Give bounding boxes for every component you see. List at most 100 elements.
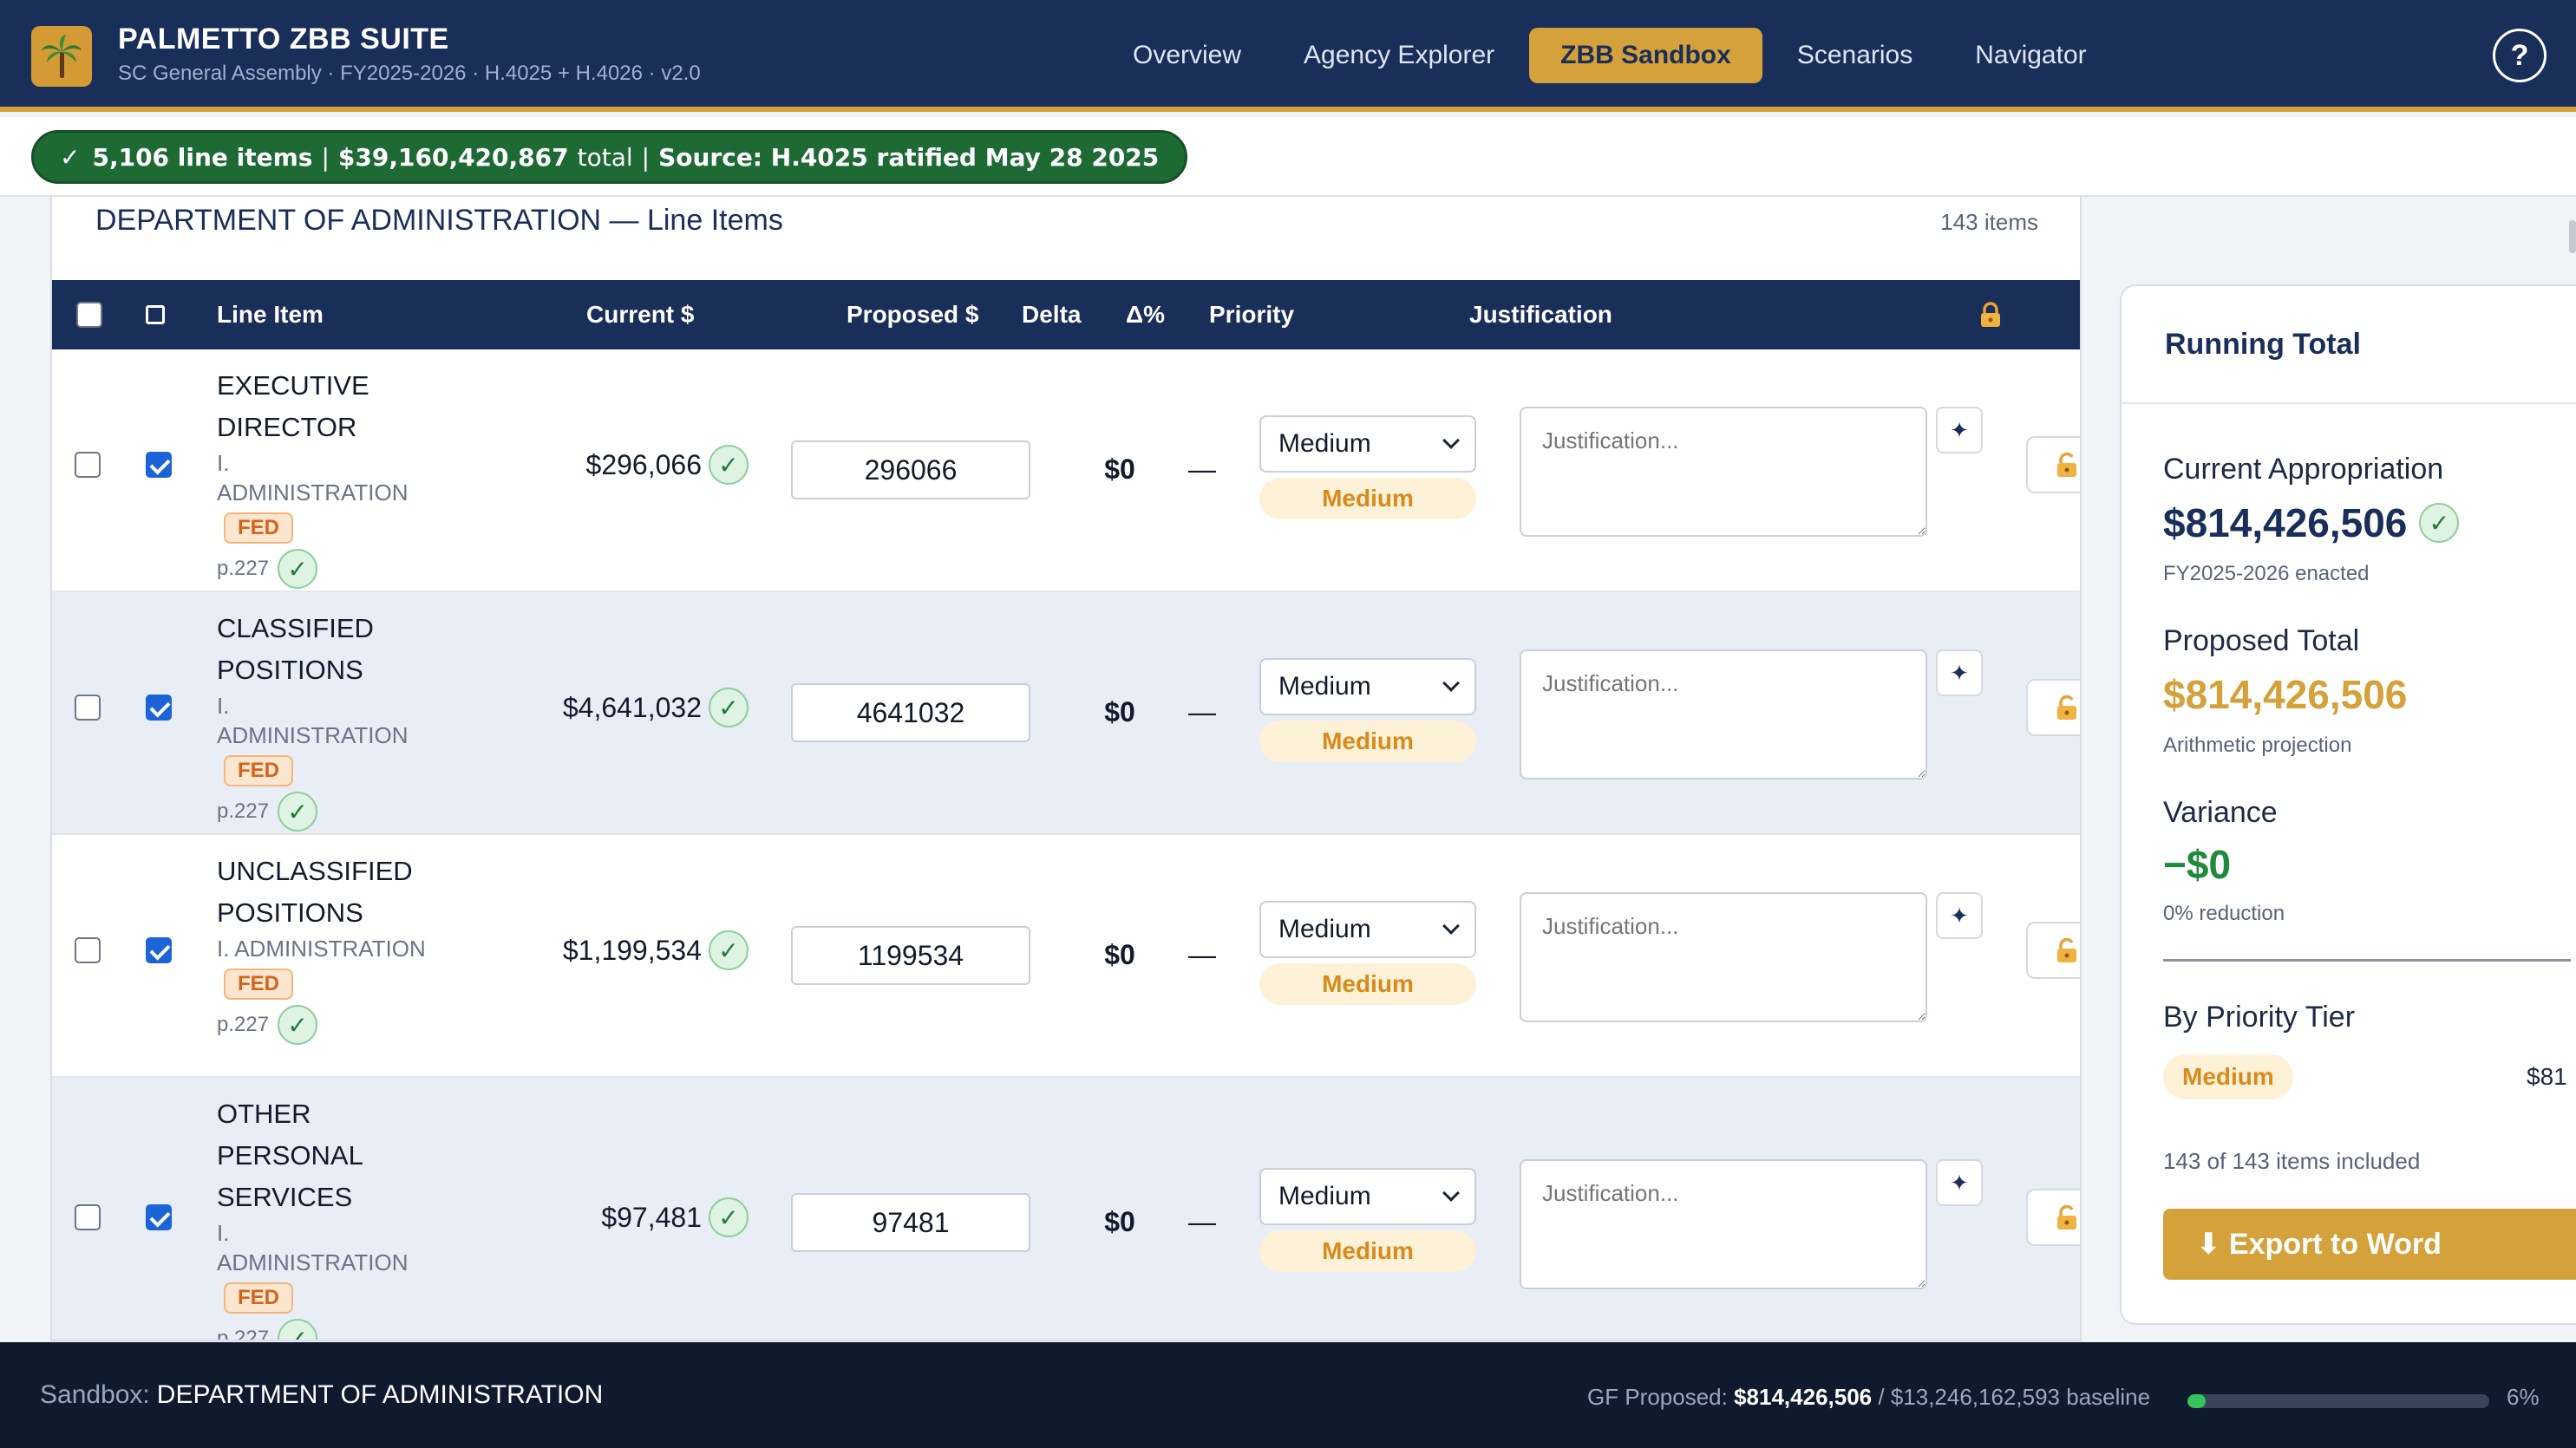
current-amount: $1,199,534 ✓ — [553, 930, 749, 970]
line-item-name: POSITIONS — [217, 655, 363, 685]
line-item-department: I. ADMINISTRATION — [217, 936, 426, 962]
included-count: 143 of 143 items included — [2163, 1148, 2421, 1174]
row-select-checkbox[interactable] — [75, 1204, 101, 1230]
priority-select[interactable]: Medium — [1259, 1168, 1476, 1225]
priority-tier-label: By Priority Tier — [2163, 1001, 2356, 1034]
proposed-amount-input[interactable] — [791, 683, 1030, 742]
row-include-checkbox[interactable] — [146, 695, 172, 721]
gf-proposed-summary: GF Proposed: $814,426,506 / $13,246,162,… — [1587, 1384, 2150, 1411]
palmetto-tree-icon — [31, 26, 92, 87]
proposed-amount-input[interactable] — [791, 440, 1030, 499]
row-select-checkbox[interactable] — [75, 452, 101, 478]
delta-percent: — — [1188, 696, 1216, 727]
justification-textarea[interactable] — [1520, 892, 1927, 1022]
status-separator: | — [321, 142, 330, 172]
scrollbar-thumb[interactable] — [2569, 220, 2576, 253]
current-appropriation-amount: $814,426,506 — [2163, 500, 2408, 545]
nav-zbb-sandbox[interactable]: ZBB Sandbox — [1529, 28, 1762, 83]
page-ref-text: p.227 — [217, 1013, 270, 1036]
priority-select-value: Medium — [1278, 915, 1371, 943]
priority-select[interactable]: Medium — [1259, 415, 1476, 473]
fund-badge: FED — [224, 1282, 293, 1314]
current-amount-text: $1,199,534 — [562, 934, 702, 966]
justification-textarea[interactable] — [1520, 1159, 1927, 1289]
sandbox-value: DEPARTMENT OF ADMINISTRATION — [156, 1380, 604, 1409]
data-status-badge: ✓ 5,106 line items | $39,160,420,867 tot… — [31, 130, 1188, 184]
check-icon: ✓ — [60, 142, 81, 172]
ai-justify-button[interactable]: ✦ — [1936, 892, 1983, 939]
proposed-total-value: $814,426,506 — [2163, 672, 2408, 717]
ai-justify-button[interactable]: ✦ — [1936, 1159, 1983, 1206]
app-subtitle: SC General Assembly · FY2025-2026 · H.40… — [118, 62, 701, 85]
current-appropriation-label: Current Appropriation — [2163, 453, 2444, 486]
col-line-item[interactable]: Line Item — [217, 280, 324, 349]
nav-overview[interactable]: Overview — [1102, 28, 1272, 83]
proposed-amount-input[interactable] — [791, 926, 1030, 985]
page-ref-text: p.227 — [217, 1327, 270, 1341]
current-appropriation-value: $814,426,506 ✓ — [2163, 499, 2460, 546]
current-amount-text: $296,066 — [585, 448, 702, 480]
page-reference: p.227 ✓ — [217, 1005, 442, 1045]
delta-value: $0 — [1104, 1206, 1135, 1237]
proposed-amount-input[interactable] — [791, 1193, 1030, 1252]
current-appropriation-note: FY2025-2026 enacted — [2163, 562, 2370, 585]
justification-textarea[interactable] — [1520, 407, 1927, 537]
sparkle-icon: ✦ — [1950, 1169, 1969, 1196]
current-amount: $296,066 ✓ — [553, 445, 749, 485]
col-proposed[interactable]: Proposed $ — [847, 280, 978, 349]
row-lock-button[interactable] — [2026, 679, 2080, 736]
sparkle-icon: ✦ — [1950, 902, 1969, 929]
row-lock-button[interactable] — [2026, 922, 2080, 979]
col-justification[interactable]: Justification — [1469, 280, 1612, 349]
check-circle-icon: ✓ — [709, 930, 749, 970]
sandbox-indicator: Sandbox: DEPARTMENT OF ADMINISTRATION — [40, 1380, 603, 1410]
help-button[interactable]: ? — [2493, 29, 2547, 82]
variance-note: 0% reduction — [2163, 902, 2285, 925]
col-delta-pct[interactable]: Δ% — [1126, 280, 1165, 349]
col-delta[interactable]: Delta — [1022, 280, 1081, 349]
ai-justify-button[interactable]: ✦ — [1936, 649, 1983, 696]
priority-select[interactable]: Medium — [1259, 901, 1476, 958]
col-priority[interactable]: Priority — [1209, 280, 1294, 349]
line-item-name: POSITIONS — [217, 897, 363, 928]
include-all-toggle[interactable] — [146, 305, 165, 324]
table-row: OTHER PERSONAL SERVICES I. ADMINISTRATIO… — [52, 1078, 2080, 1341]
check-circle-icon: ✓ — [2419, 503, 2460, 543]
check-circle-icon: ✓ — [278, 1319, 318, 1340]
nav-agency-explorer[interactable]: Agency Explorer — [1272, 28, 1526, 83]
row-include-checkbox[interactable] — [146, 452, 172, 478]
select-all-checkbox[interactable] — [76, 302, 102, 328]
line-item-name: PERSONAL — [217, 1140, 363, 1171]
row-include-checkbox[interactable] — [146, 1204, 172, 1230]
proposed-total-note: Arithmetic projection — [2163, 734, 2352, 757]
row-include-checkbox[interactable] — [146, 937, 172, 963]
status-source: Source: H.4025 ratified May 28 2025 — [658, 142, 1160, 172]
line-item-name: CLASSIFIED — [217, 613, 374, 643]
line-item-department: I. ADMINISTRATION — [217, 1220, 409, 1275]
line-item-name: UNCLASSIFIED — [217, 856, 413, 886]
line-item-department: I. ADMINISTRATION — [217, 693, 409, 748]
line-item-department: I. ADMINISTRATION — [217, 450, 409, 505]
sandbox-footer: Sandbox: DEPARTMENT OF ADMINISTRATION GF … — [0, 1342, 2576, 1448]
delta-value: $0 — [1104, 939, 1135, 970]
col-current[interactable]: Current $ — [586, 280, 694, 349]
delta-percent: — — [1188, 939, 1216, 970]
delta-percent: — — [1188, 453, 1216, 485]
row-lock-button[interactable] — [2026, 1189, 2080, 1246]
export-to-word-button[interactable]: ⬇ Export to Word — [2163, 1209, 2576, 1280]
unlock-icon — [2057, 1204, 2076, 1229]
priority-badge: Medium — [1259, 963, 1476, 1005]
table-row: CLASSIFIED POSITIONS I. ADMINISTRATION F… — [52, 592, 2080, 835]
status-total-suffix: total — [577, 142, 633, 172]
nav-navigator[interactable]: Navigator — [1944, 28, 2117, 83]
priority-select[interactable]: Medium — [1259, 658, 1476, 715]
nav-scenarios[interactable]: Scenarios — [1766, 28, 1944, 83]
row-lock-button[interactable] — [2026, 436, 2080, 493]
ai-justify-button[interactable]: ✦ — [1936, 407, 1983, 453]
row-select-checkbox[interactable] — [75, 695, 101, 721]
check-circle-icon: ✓ — [278, 549, 318, 589]
row-select-checkbox[interactable] — [75, 937, 101, 963]
table-row: EXECUTIVE DIRECTOR I. ADMINISTRATION FED… — [52, 349, 2080, 592]
justification-textarea[interactable] — [1520, 649, 1927, 779]
gf-progress-bar — [2187, 1394, 2489, 1408]
